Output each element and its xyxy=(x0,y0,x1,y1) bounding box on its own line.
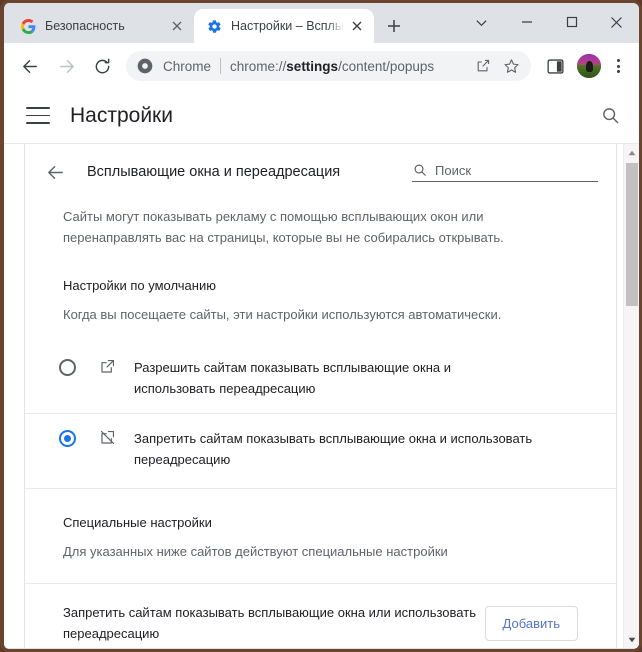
browser-window: Безопасность Настройки – Всплывающие окн… xyxy=(0,0,642,652)
avatar-figure xyxy=(585,61,593,73)
chrome-logo-icon xyxy=(136,57,154,75)
omnibox-site-label: Chrome xyxy=(163,58,212,74)
share-icon[interactable] xyxy=(470,53,496,79)
search-icon xyxy=(412,163,427,178)
exception-label: Запретить сайтам показывать всплывающие … xyxy=(63,605,476,642)
radio-allow[interactable] xyxy=(59,358,76,376)
forward-button[interactable] xyxy=(51,51,81,81)
exception-row: Запретить сайтам показывать всплывающие … xyxy=(25,584,616,648)
subpage-title: Всплывающие окна и переадресация xyxy=(87,164,341,180)
radio-block-label: Запретить сайтам показывать всплывающие … xyxy=(134,430,533,467)
radio-allow-label: Разрешить сайтам показывать всплывающие … xyxy=(134,359,451,396)
new-tab-button[interactable] xyxy=(380,12,408,40)
maximize-button[interactable] xyxy=(549,3,594,41)
minimize-button[interactable] xyxy=(504,3,549,41)
tab-settings[interactable]: Настройки – Всплывающие окна и переадрес… xyxy=(194,9,374,43)
settings-scroll-area: Всплывающие окна и переадресация Сайты м… xyxy=(4,143,639,648)
star-icon[interactable] xyxy=(498,53,524,79)
tab-strip: Безопасность Настройки – Всплывающие окн… xyxy=(4,3,639,43)
side-panel-icon[interactable] xyxy=(540,51,570,81)
settings-page: Настройки Всплывающие окна и переадресац… xyxy=(4,89,639,648)
scroll-down-arrow-icon[interactable] xyxy=(624,631,639,648)
page-left-gutter xyxy=(4,144,24,648)
back-arrow-icon[interactable] xyxy=(43,160,67,184)
popups-description: Сайты могут показывать рекламу с помощью… xyxy=(63,209,504,246)
omnibox-url: chrome://settings/content/popups xyxy=(230,58,435,74)
page-title: Настройки xyxy=(70,103,173,127)
custom-section-title: Специальные настройки xyxy=(63,514,212,530)
three-dot-menu-icon[interactable] xyxy=(605,53,631,79)
scrollbar-thumb[interactable] xyxy=(626,163,638,306)
tab-security[interactable]: Безопасность xyxy=(8,9,194,43)
close-button[interactable] xyxy=(594,3,639,41)
settings-search-box[interactable] xyxy=(412,162,598,182)
open-in-new-off-icon xyxy=(97,428,117,448)
default-section-title: Настройки по умолчанию xyxy=(63,278,216,294)
settings-header: Настройки xyxy=(4,89,639,143)
reload-button[interactable] xyxy=(87,51,117,81)
address-bar[interactable]: Chrome chrome://settings/content/popups xyxy=(126,51,531,81)
browser-toolbar: Chrome chrome://settings/content/popups xyxy=(4,43,639,89)
tab-title: Настройки – Всплывающие окна и переадрес… xyxy=(231,19,344,33)
omnibox-separator xyxy=(220,58,222,74)
search-input[interactable] xyxy=(435,162,598,178)
search-icon[interactable] xyxy=(599,105,621,127)
settings-card: Всплывающие окна и переадресация Сайты м… xyxy=(24,144,617,648)
tab-search-button[interactable] xyxy=(459,3,504,41)
default-section-subtitle: Когда вы посещаете сайты, эти настройки … xyxy=(63,307,502,323)
tab-title: Безопасность xyxy=(45,19,125,33)
subpage-header: Всплывающие окна и переадресация xyxy=(25,144,616,200)
vertical-scrollbar[interactable] xyxy=(623,144,639,648)
open-in-new-icon xyxy=(97,357,117,377)
window-controls xyxy=(459,3,639,41)
custom-section-subtitle: Для указанных ниже сайтов действуют спец… xyxy=(63,543,448,559)
scroll-up-arrow-icon[interactable] xyxy=(624,144,639,161)
default-behavior-radio-group: Разрешить сайтам показывать всплывающие … xyxy=(25,343,616,484)
radio-block[interactable] xyxy=(59,429,76,447)
hamburger-menu-icon[interactable] xyxy=(26,104,50,128)
radio-option-allow[interactable]: Разрешить сайтам показывать всплывающие … xyxy=(25,343,616,413)
omnibox-actions xyxy=(469,53,525,79)
back-button[interactable] xyxy=(15,51,45,81)
avatar[interactable] xyxy=(577,54,601,78)
tab-close-icon[interactable] xyxy=(168,17,186,35)
google-g-icon xyxy=(20,18,36,34)
settings-gear-icon xyxy=(206,18,222,34)
radio-option-block[interactable]: Запретить сайтам показывать всплывающие … xyxy=(25,412,616,484)
add-button[interactable]: Добавить xyxy=(484,605,578,641)
tab-close-icon[interactable] xyxy=(348,17,366,35)
